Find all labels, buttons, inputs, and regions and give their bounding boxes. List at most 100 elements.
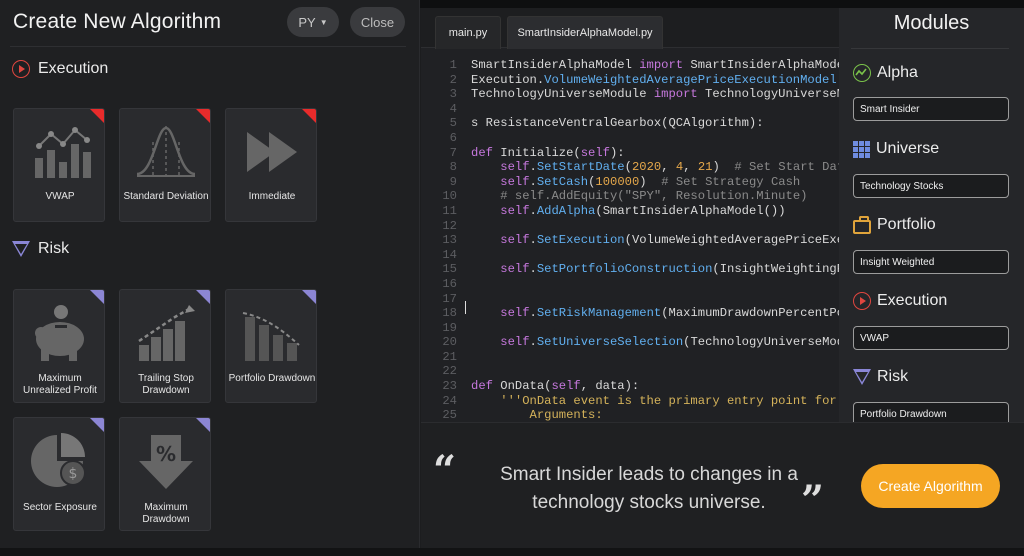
card-standard-deviation[interactable]: Standard Deviation <box>119 108 211 222</box>
vwap-chart-icon <box>14 119 104 185</box>
code-line[interactable]: 1 SmartInsiderAlphaModel import SmartInsi… <box>421 58 839 73</box>
line-number: 13 <box>442 233 457 248</box>
app-window: Create New Algorithm PY ▼ Close Executio… <box>0 0 1024 556</box>
execution-section-label: Execution <box>38 60 109 77</box>
code-line[interactable]: 14 <box>421 248 839 263</box>
line-text <box>457 321 471 336</box>
module-alpha-value[interactable]: Smart Insider <box>853 97 1009 121</box>
card-maximum-unrealized-profit[interactable]: Maximum Unrealized Profit <box>13 289 105 403</box>
code-line[interactable]: 16 <box>421 277 839 292</box>
code-lines[interactable]: 1 SmartInsiderAlphaModel import SmartInsi… <box>421 58 839 422</box>
line-text <box>457 102 471 117</box>
card-vwap[interactable]: VWAP <box>13 108 105 222</box>
code-line[interactable]: 11 self.AddAlpha(SmartInsiderAlphaModel(… <box>421 204 839 219</box>
line-text: self.SetRiskManagement(MaximumDrawdownPe… <box>500 306 839 321</box>
line-text <box>457 219 471 234</box>
line-number: 25 <box>442 408 457 422</box>
tab-main-py[interactable]: main.py <box>435 16 501 49</box>
language-dropdown[interactable]: PY ▼ <box>287 7 339 37</box>
line-number: 5 <box>449 116 457 131</box>
execution-play-icon <box>853 292 871 310</box>
risk-section-label: Risk <box>38 240 70 257</box>
line-number: 10 <box>442 189 457 204</box>
text-cursor <box>465 301 466 314</box>
line-number: 4 <box>449 101 457 116</box>
line-text: '''OnData event is the primary entry poi… <box>500 393 839 408</box>
line-number: 9 <box>449 174 457 189</box>
line-text: Arguments: <box>529 408 603 422</box>
card-label: Maximum Unrealized Profit <box>23 373 97 396</box>
module-risk-header: Risk <box>853 368 908 386</box>
svg-text:%: % <box>156 442 176 466</box>
editor-tab-bar: main.py SmartInsiderAlphaModel.py <box>421 8 839 49</box>
algorithm-builder-panel: Create New Algorithm PY ▼ Close Executio… <box>0 0 420 556</box>
code-editor[interactable]: main.py SmartInsiderAlphaModel.py 1 Smart… <box>421 8 839 422</box>
briefcase-icon <box>853 215 871 234</box>
line-text <box>457 277 471 292</box>
code-line[interactable]: 20 self.SetUniverseSelection(TechnologyU… <box>421 335 839 350</box>
code-line[interactable]: 22 <box>421 364 839 379</box>
code-line[interactable]: 3 TechnologyUniverseModule import Technol… <box>421 87 839 102</box>
code-line[interactable]: 8 self.SetStartDate(2020, 4, 21) # Set S… <box>421 160 839 175</box>
line-number: 20 <box>442 335 457 350</box>
code-line[interactable]: 7 def Initialize(self): <box>421 146 839 161</box>
module-portfolio-value[interactable]: Insight Weighted <box>853 250 1009 274</box>
line-number: 21 <box>442 349 457 364</box>
code-line[interactable]: 5 s ResistanceVentralGearbox(QCAlgorithm)… <box>421 116 839 131</box>
code-line[interactable]: 17 <box>421 292 839 307</box>
module-alpha-header: Alpha <box>853 64 918 82</box>
line-text: s ResistanceVentralGearbox(QCAlgorithm): <box>471 116 764 131</box>
card-portfolio-drawdown[interactable]: Portfolio Drawdown <box>225 289 317 403</box>
code-line[interactable]: 23 def OnData(self, data): <box>421 379 839 394</box>
risk-triangle-icon <box>12 241 30 257</box>
tab-smart-insider-alpha-model[interactable]: SmartInsiderAlphaModel.py <box>507 16 663 49</box>
code-line[interactable]: 10 # self.AddEquity("SPY", Resolution.Mi… <box>421 189 839 204</box>
line-number: 23 <box>442 379 457 394</box>
declining-bars-icon <box>226 300 316 366</box>
line-text: self.AddAlpha(SmartInsiderAlphaModel()) <box>500 203 786 218</box>
close-button[interactable]: Close <box>350 7 405 37</box>
card-trailing-stop-drawdown[interactable]: Trailing Stop Drawdown <box>119 289 211 403</box>
card-label: Portfolio Drawdown <box>228 373 316 384</box>
card-label: Standard Deviation <box>123 191 209 202</box>
line-number: 12 <box>442 218 457 233</box>
module-execution-label: Execution <box>877 292 948 309</box>
card-sector-exposure[interactable]: $ Sector Exposure <box>13 417 105 531</box>
header-divider <box>10 46 406 47</box>
stairs-arrow-icon <box>120 300 210 366</box>
code-line[interactable]: 2 Execution.VolumeWeightedAveragePriceExe… <box>421 73 839 88</box>
line-number: 22 <box>442 364 457 379</box>
module-universe-value[interactable]: Technology Stocks <box>853 174 1009 198</box>
module-alpha-label: Alpha <box>877 64 918 81</box>
code-line[interactable]: 18 self.SetRiskManagement(MaximumDrawdow… <box>421 306 839 321</box>
line-number: 6 <box>449 130 457 145</box>
code-line[interactable]: 4 <box>421 102 839 117</box>
code-line[interactable]: 25 Arguments: <box>421 408 839 422</box>
line-text: TechnologyUniverseModule import Technolo… <box>471 87 839 102</box>
code-line[interactable]: 24 '''OnData event is the primary entry … <box>421 394 839 409</box>
description-footer: “ Smart Insider leads to changes in a te… <box>421 422 1024 548</box>
code-line[interactable]: 15 self.SetPortfolioConstruction(Insight… <box>421 262 839 277</box>
create-algorithm-button[interactable]: Create Algorithm <box>861 464 1000 508</box>
line-text: self.SetUniverseSelection(TechnologyUniv… <box>500 335 839 350</box>
code-line[interactable]: 12 <box>421 219 839 234</box>
card-maximum-drawdown[interactable]: % Maximum Drawdown <box>119 417 211 531</box>
code-line[interactable]: 19 <box>421 321 839 336</box>
modules-divider <box>851 48 1009 49</box>
code-line[interactable]: 21 <box>421 350 839 365</box>
module-universe-label: Universe <box>876 140 940 157</box>
module-execution-value[interactable]: VWAP <box>853 326 1009 350</box>
open-quote-icon: “ <box>433 447 457 494</box>
line-text: def OnData(self, data): <box>471 379 640 394</box>
line-number: 14 <box>442 247 457 262</box>
line-text <box>457 248 471 263</box>
algorithm-description: Smart Insider leads to changes in a tech… <box>500 464 798 513</box>
risk-triangle-icon <box>853 369 871 385</box>
card-immediate[interactable]: Immediate <box>225 108 317 222</box>
card-label: Sector Exposure <box>23 502 97 513</box>
alpha-chart-icon <box>853 64 871 82</box>
code-line[interactable]: 9 self.SetCash(100000) # Set Strategy Ca… <box>421 175 839 190</box>
code-line[interactable]: 13 self.SetExecution(VolumeWeightedAvera… <box>421 233 839 248</box>
card-label: VWAP <box>45 191 75 202</box>
code-line[interactable]: 6 <box>421 131 839 146</box>
